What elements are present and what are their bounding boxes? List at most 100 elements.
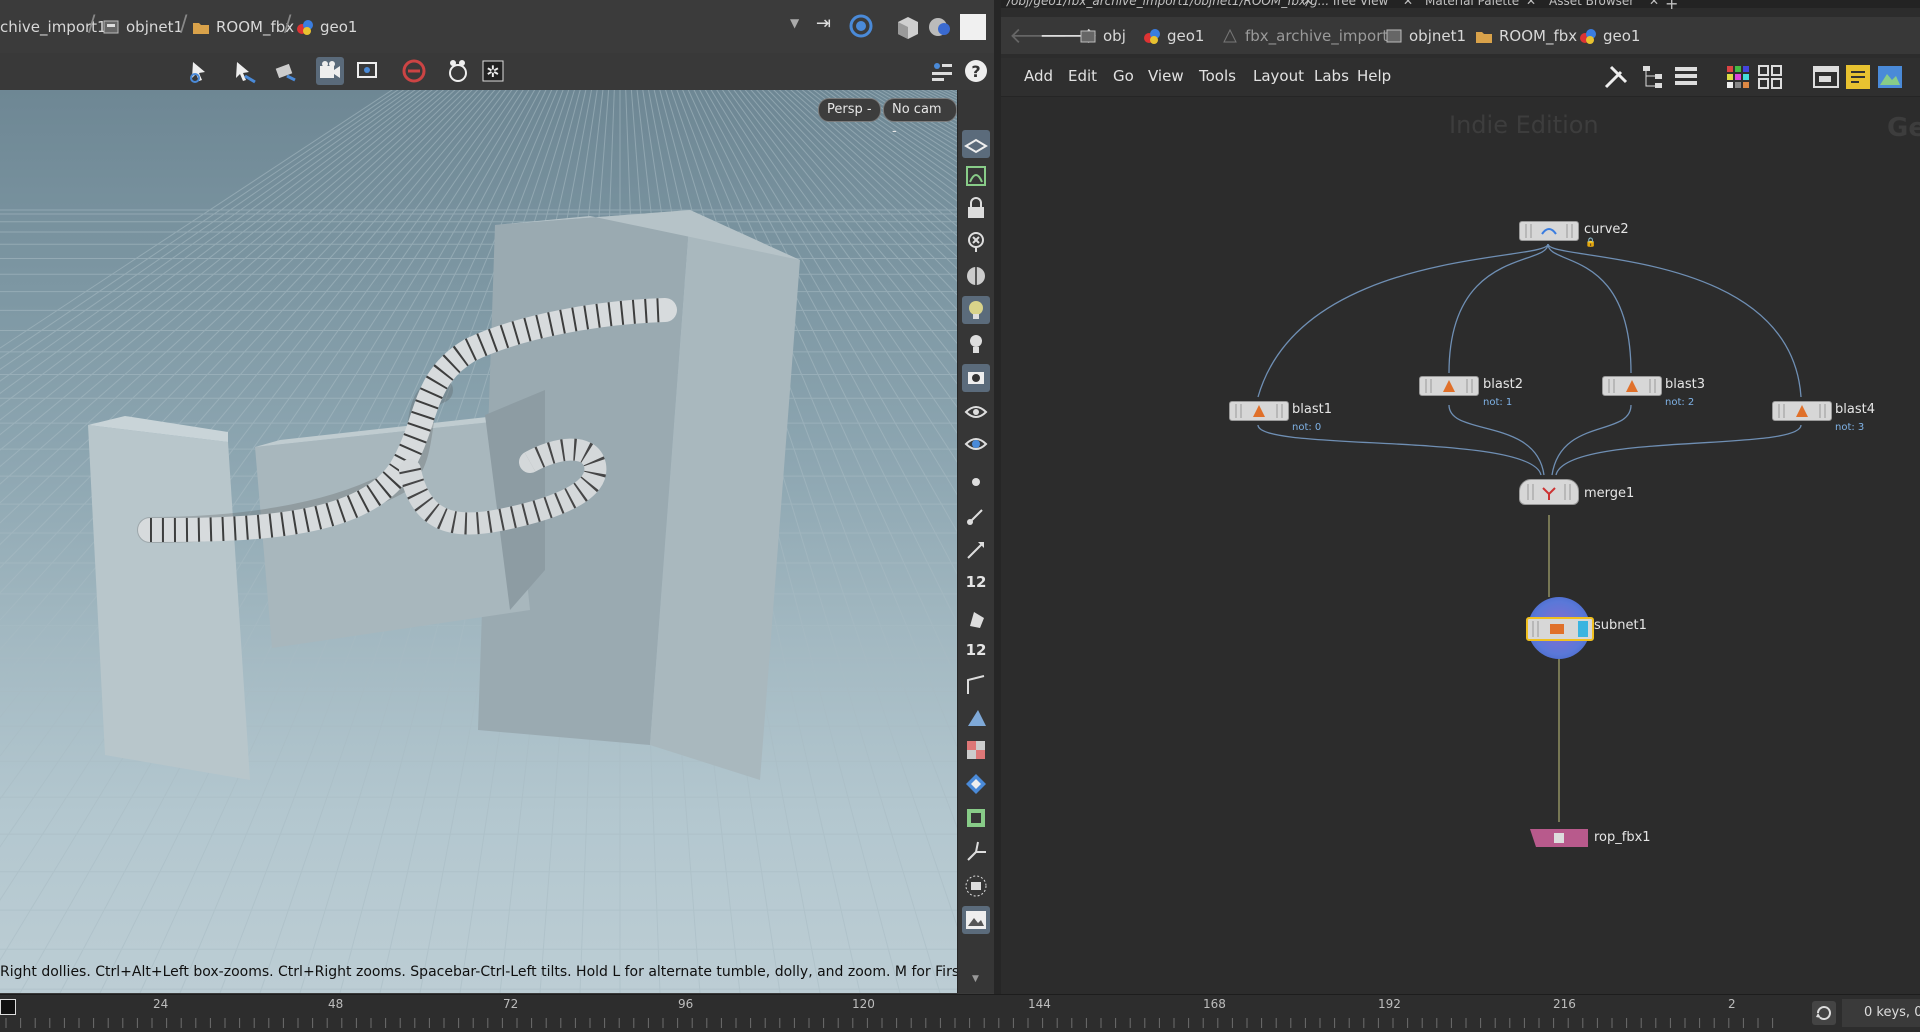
guide-icon[interactable] — [962, 770, 990, 798]
link-icon[interactable] — [848, 13, 874, 39]
point-number-icon[interactable]: 12 — [962, 568, 990, 596]
shadow-icon[interactable] — [962, 364, 990, 392]
menu-help[interactable]: Help — [1357, 67, 1391, 85]
edge-icon[interactable] — [962, 670, 990, 698]
menu-labs[interactable]: Labs — [1314, 67, 1349, 85]
net-crumb-label: ROOM_fbx — [1499, 27, 1578, 45]
node-label-blast2: blast2 — [1483, 377, 1523, 392]
vector-icon[interactable] — [962, 536, 990, 564]
shape-palette-icon[interactable] — [1755, 62, 1785, 92]
wireframe-icon[interactable] — [962, 262, 990, 290]
node-blast3[interactable] — [1602, 376, 1662, 396]
background-icon[interactable] — [960, 14, 986, 40]
net-crumb-room[interactable]: ROOM_fbx — [1475, 23, 1577, 49]
menu-layout[interactable]: Layout — [1253, 67, 1304, 85]
net-crumb-geo1[interactable]: geo1 — [1143, 23, 1204, 49]
select-tool-icon[interactable] — [186, 57, 214, 85]
net-crumb-geo1-current[interactable]: geo1 — [1579, 23, 1640, 49]
refresh-icon[interactable] — [1812, 1001, 1836, 1025]
net-crumb-label: fbx_archive_import1 — [1245, 27, 1398, 45]
snap-icon[interactable] — [962, 162, 990, 190]
network-canvas[interactable]: Indie Edition Ge curve2 🔒 blast1 not: 0 … — [1001, 97, 1920, 994]
display-options-icon[interactable] — [928, 57, 956, 85]
forward-arrow-icon[interactable]: 🡒 — [1039, 23, 1098, 49]
shading-icon[interactable] — [926, 13, 954, 41]
node-curve2[interactable] — [1519, 221, 1579, 241]
net-crumb-archive[interactable]: fbx_archive_import1 — [1221, 23, 1398, 49]
tab-close-icon[interactable]: ✕ — [1403, 0, 1413, 8]
tab-asset-browser[interactable]: Asset Browser — [1549, 0, 1634, 8]
net-crumb-obj[interactable]: obj — [1079, 23, 1126, 49]
tab-material-palette[interactable]: Material Palette — [1425, 0, 1519, 8]
path-dropdown-icon[interactable]: ▼ — [790, 16, 804, 36]
template-icon[interactable] — [962, 804, 990, 832]
view-tool-icon[interactable] — [354, 57, 382, 85]
tab-close-icon[interactable]: ✕ — [1526, 0, 1536, 8]
path-crumb-objnet[interactable]: objnet1 — [102, 14, 183, 40]
safe-area-icon[interactable] — [962, 872, 990, 900]
light-icon[interactable] — [962, 296, 990, 324]
background-image-icon[interactable] — [962, 906, 990, 934]
menu-add[interactable]: Add — [1024, 67, 1053, 85]
node-blast4[interactable] — [1772, 401, 1832, 421]
handle-tool-icon[interactable] — [272, 57, 300, 85]
menu-go[interactable]: Go — [1113, 67, 1134, 85]
help-icon[interactable]: ? — [962, 57, 990, 85]
prim-number-icon[interactable]: 12 — [962, 636, 990, 664]
camera-menu-button[interactable]: No cam - — [883, 98, 957, 139]
visibility-icon[interactable] — [962, 398, 990, 426]
tab-close-icon[interactable]: ✕ — [1303, 0, 1313, 8]
uv-icon[interactable] — [962, 736, 990, 764]
add-tab-icon[interactable]: + — [1665, 0, 1678, 13]
stop-icon[interactable] — [400, 57, 428, 85]
point-icon[interactable] — [962, 468, 990, 496]
menu-tools[interactable]: Tools — [1199, 67, 1236, 85]
pane-splitter[interactable] — [994, 0, 1001, 994]
close-view-icon[interactable] — [962, 228, 990, 256]
menu-edit[interactable]: Edit — [1068, 67, 1097, 85]
path-crumb-geo[interactable]: geo1 — [296, 14, 357, 40]
tools-icon[interactable] — [1601, 62, 1631, 92]
tab-close-icon[interactable]: ✕ — [1649, 0, 1659, 8]
normal-icon[interactable] — [962, 502, 990, 530]
render-settings-icon[interactable]: ✲ — [479, 57, 507, 85]
back-arrow-icon[interactable]: 🡐 — [1009, 23, 1068, 49]
color-palette-icon[interactable] — [1723, 62, 1753, 92]
svg-text:✲: ✲ — [486, 62, 499, 81]
node-blast1[interactable] — [1229, 401, 1289, 421]
headlight-icon[interactable] — [962, 330, 990, 358]
network-box-icon[interactable] — [1811, 62, 1841, 92]
tick-label: 48 — [328, 997, 344, 1011]
lock-flag-icon: 🔒 — [1585, 238, 1597, 248]
tree-layout-icon[interactable] — [1639, 62, 1669, 92]
menu-view[interactable]: View — [1148, 67, 1184, 85]
3d-viewport[interactable]: Persp - No cam - — [0, 90, 957, 993]
node-subnet1[interactable] — [1526, 617, 1594, 641]
persp-menu-button[interactable]: Persp - — [818, 98, 881, 122]
path-crumb-room[interactable]: ROOM_fbx — [192, 14, 294, 40]
sticky-note-icon[interactable] — [1843, 62, 1873, 92]
list-view-icon[interactable] — [1671, 62, 1701, 92]
lock-icon[interactable] — [962, 194, 990, 222]
shelf-scroll-down-icon[interactable]: ▼ — [972, 974, 979, 984]
node-rop-fbx1[interactable] — [1530, 829, 1588, 847]
ghost-icon[interactable] — [962, 430, 990, 458]
flipbook-icon[interactable] — [444, 57, 472, 85]
pin-icon[interactable]: ⇥ — [816, 13, 842, 39]
node-merge1[interactable] — [1519, 479, 1579, 505]
transform-tool-icon[interactable] — [230, 57, 258, 85]
backface-icon[interactable] — [962, 704, 990, 732]
display-plane-icon[interactable] — [962, 130, 990, 158]
tab-network-path[interactable]: /obj/geo1/fbx_archive_import1/objnet1/RO… — [1007, 0, 1329, 8]
prim-icon[interactable] — [962, 604, 990, 632]
node-blast2[interactable] — [1419, 376, 1479, 396]
scene-geometry — [88, 210, 800, 780]
origin-icon[interactable] — [962, 838, 990, 866]
cube-icon[interactable] — [894, 13, 922, 41]
background-image-icon[interactable] — [1875, 62, 1905, 92]
net-crumb-objnet[interactable]: objnet1 — [1385, 23, 1466, 49]
timeline-bar[interactable]: 24 48 72 96 120 144 168 192 216 2 0 keys… — [0, 994, 1920, 1032]
tab-tree-view[interactable]: Tree View — [1331, 0, 1388, 8]
viewer-status-text: Right dollies. Ctrl+Alt+Left box-zooms. … — [0, 964, 1101, 980]
camera-tool-icon[interactable] — [316, 57, 344, 85]
